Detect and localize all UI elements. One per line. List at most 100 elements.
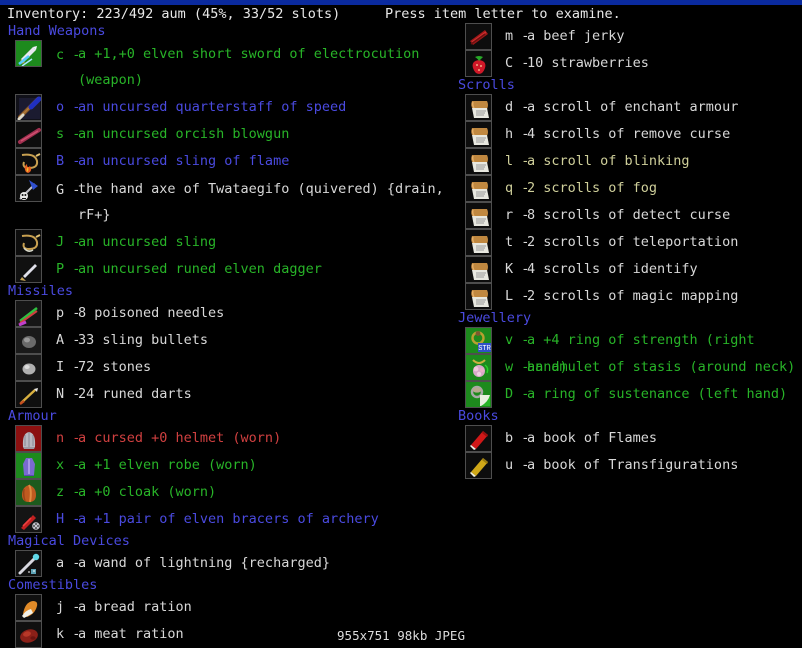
dart-icon[interactable] [15, 381, 42, 408]
inventory-item-v[interactable]: STR v -a +4 ring of strength (right hand) [455, 327, 802, 375]
inventory-item-K[interactable]: K -4 scrolls of identify [455, 256, 802, 283]
scroll-icon[interactable] [465, 121, 492, 148]
scroll-icon[interactable] [465, 202, 492, 229]
beef-jerky-icon[interactable] [465, 23, 492, 50]
sling-icon[interactable] [15, 229, 42, 256]
inventory-item-p[interactable]: p -8 poisoned needles [0, 300, 455, 327]
item-letter: J - [56, 234, 81, 250]
wand-icon[interactable] [15, 550, 42, 577]
item-letter: N - [56, 386, 81, 402]
helmet-icon[interactable] [15, 425, 42, 452]
sling-flame-icon[interactable] [15, 148, 42, 175]
bread-ration-icon[interactable] [15, 594, 42, 621]
scroll-icon[interactable] [465, 94, 492, 121]
item-description: a beef jerky [527, 28, 625, 44]
category-header-jewellery: Jewellery [458, 310, 532, 326]
item-description: an uncursed sling of flame [78, 153, 290, 169]
quarterstaff-icon[interactable] [15, 94, 42, 121]
inventory-item-c[interactable]: c -a +1,+0 elven short sword of electroc… [0, 40, 455, 94]
inventory-item-J[interactable]: J - an uncursed sling [0, 229, 455, 256]
item-letter: D - [505, 386, 530, 402]
item-description: a wand of lightning {recharged} [78, 555, 330, 571]
item-letter: I - [56, 359, 81, 375]
item-description: 2 scrolls of teleportation [527, 234, 739, 250]
scroll-icon[interactable] [465, 175, 492, 202]
category-header-armour: Armour [8, 408, 57, 424]
inventory-item-H[interactable]: H -a +1 pair of elven bracers of archery [0, 506, 455, 533]
ring-strength-icon[interactable]: STR [465, 327, 492, 354]
scroll-icon[interactable] [465, 229, 492, 256]
strawberry-icon[interactable] [465, 50, 492, 77]
dagger-icon[interactable] [15, 256, 42, 283]
item-description: 33 sling bullets [78, 332, 209, 348]
item-description: 10 strawberries [527, 55, 649, 71]
inventory-item-C[interactable]: C -10 strawberries [455, 50, 802, 77]
stone-icon[interactable] [15, 354, 42, 381]
hand-axe-icon[interactable] [15, 175, 42, 202]
inventory-item-A[interactable]: A -33 sling bullets [0, 327, 455, 354]
sling-bullet-icon[interactable] [15, 327, 42, 354]
cloak-icon[interactable] [15, 479, 42, 506]
inventory-item-z[interactable]: z -a +0 cloak (worn) [0, 479, 455, 506]
inventory-item-L[interactable]: L -2 scrolls of magic mapping [455, 283, 802, 310]
scroll-icon[interactable] [465, 148, 492, 175]
inventory-item-a[interactable]: a -a wand of lightning {recharged} [0, 550, 455, 577]
item-description: a cursed +0 helmet (worn) [78, 430, 282, 446]
inventory-item-w[interactable]: w - an amulet of stasis (around neck) [455, 354, 802, 381]
item-description: an amulet of stasis (around neck) [527, 359, 796, 375]
scroll-icon[interactable] [465, 283, 492, 310]
item-description: 72 stones [78, 359, 152, 375]
needle-icon[interactable] [15, 300, 42, 327]
item-letter: d - [505, 99, 530, 115]
inventory-item-u[interactable]: u -a book of Transfigurations [455, 452, 802, 479]
inventory-item-n[interactable]: n -a cursed +0 helmet (worn) [0, 425, 455, 452]
ring-icon[interactable] [465, 381, 492, 408]
book-red-icon[interactable] [465, 425, 492, 452]
scroll-icon[interactable] [465, 256, 492, 283]
image-footer-info: 955x751 98kb JPEG [337, 628, 465, 643]
inventory-item-j[interactable]: j -a bread ration [0, 594, 455, 621]
item-letter: K - [505, 261, 530, 277]
inventory-item-d[interactable]: d -a scroll of enchant armour [455, 94, 802, 121]
item-description: 4 scrolls of identify [527, 261, 698, 277]
item-letter: j - [56, 599, 81, 615]
blowgun-icon[interactable] [15, 121, 42, 148]
inventory-item-t[interactable]: t -2 scrolls of teleportation [455, 229, 802, 256]
status-line: Inventory: 223/492 aum (45%, 33/52 slots… [0, 5, 802, 23]
item-description: an uncursed quarterstaff of speed [78, 99, 347, 115]
inventory-item-q[interactable]: q -2 scrolls of fog [455, 175, 802, 202]
inventory-item-B[interactable]: B - an uncursed sling of flame [0, 148, 455, 175]
item-letter: t - [505, 234, 530, 250]
item-description: a +1 pair of elven bracers of archery [78, 511, 379, 527]
inventory-item-P[interactable]: P - an uncursed runed elven dagger [0, 256, 455, 283]
inventory-item-o[interactable]: o - an uncursed quarterstaff of speed [0, 94, 455, 121]
short-sword-icon[interactable] [15, 40, 42, 67]
inventory-item-b[interactable]: b -a book of Flames [455, 425, 802, 452]
item-letter: v - [505, 332, 530, 348]
category-header-missiles: Missiles [8, 283, 74, 299]
bracers-icon[interactable] [15, 506, 42, 533]
inventory-item-s[interactable]: s - an uncursed orcish blowgun [0, 121, 455, 148]
robe-icon[interactable] [15, 452, 42, 479]
item-letter: H - [56, 511, 81, 527]
inventory-item-N[interactable]: N -24 runed darts [0, 381, 455, 408]
item-description: 8 poisoned needles [78, 305, 225, 321]
inventory-item-x[interactable]: x -a +1 elven robe (worn) [0, 452, 455, 479]
item-letter: r - [505, 207, 530, 223]
category-header-magical-devices: Magical Devices [8, 533, 130, 549]
inventory-item-l[interactable]: l -a scroll of blinking [455, 148, 802, 175]
book-gold-icon[interactable] [465, 452, 492, 479]
inventory-item-r[interactable]: r -8 scrolls of detect curse [455, 202, 802, 229]
item-letter: o - [56, 99, 81, 115]
inventory-item-G[interactable]: G - the hand axe of Twataegifo (quivered)… [0, 175, 455, 229]
item-description: a scroll of enchant armour [527, 99, 739, 115]
item-description: an uncursed sling [78, 234, 217, 250]
inventory-item-D[interactable]: D -a ring of sustenance (left hand) [455, 381, 802, 408]
category-header-comestibles: Comestibles [8, 577, 98, 593]
inventory-item-h[interactable]: h -4 scrolls of remove curse [455, 121, 802, 148]
item-letter: A - [56, 332, 81, 348]
item-letter: c - [56, 47, 81, 63]
inventory-item-m[interactable]: m -a beef jerky [455, 23, 802, 50]
inventory-item-I[interactable]: I -72 stones [0, 354, 455, 381]
amulet-icon[interactable] [465, 354, 492, 381]
